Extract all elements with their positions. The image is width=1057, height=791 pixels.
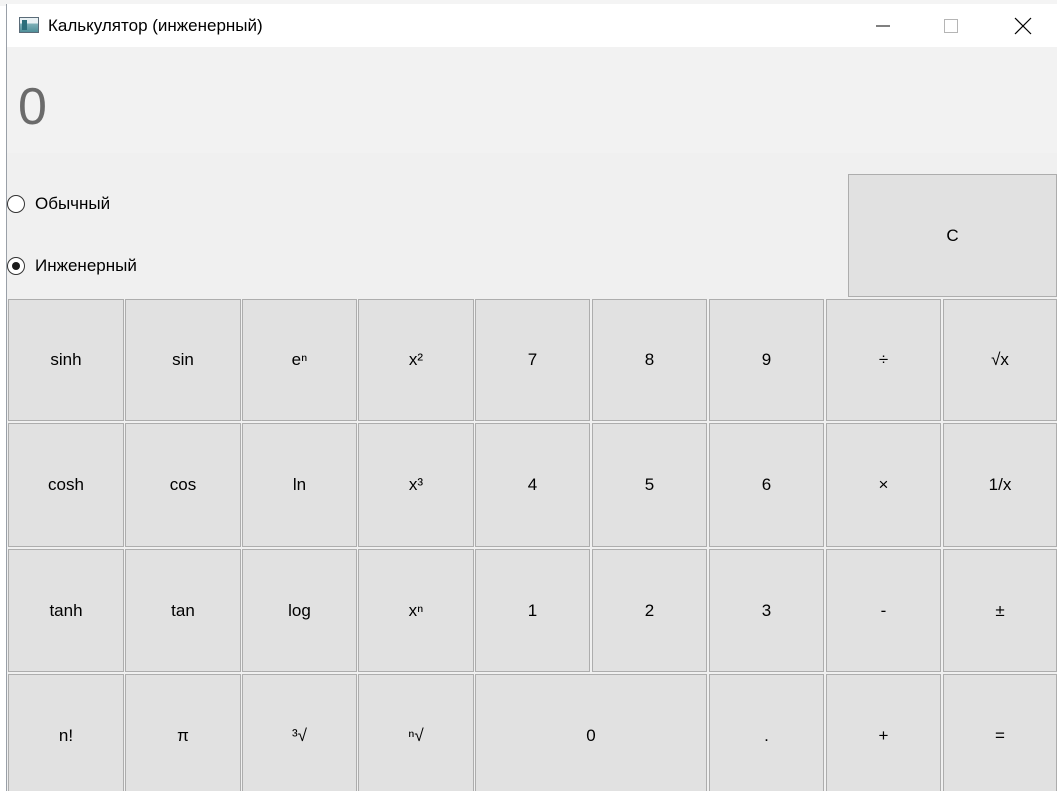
multiply-button[interactable]: × [826,423,941,547]
cube-button[interactable]: x³ [358,423,474,547]
digit-0-button[interactable]: 0 [475,674,707,791]
cosh-button[interactable]: cosh [8,423,124,547]
calculator-window-icon [19,17,39,33]
minimize-button[interactable] [849,4,917,47]
clear-button[interactable]: C [848,174,1057,297]
window-title: Калькулятор (инженерный) [48,16,263,35]
mode-scientific-label: Инженерный [35,256,137,275]
radio-checked-icon [7,257,25,275]
display-value: 0 [18,78,47,136]
radio-unchecked-icon [7,195,25,213]
tanh-button[interactable]: tanh [8,549,124,672]
sinh-button[interactable]: sinh [8,299,124,421]
title-bar: Калькулятор (инженерный) [7,4,1057,47]
digit-4-button[interactable]: 4 [475,423,590,547]
minimize-icon [876,25,890,26]
digit-6-button[interactable]: 6 [709,423,824,547]
minus-button[interactable]: - [826,549,941,672]
calculator-window: Калькулятор (инженерный) 0 Обычный Инжен… [6,4,1057,791]
digit-9-button[interactable]: 9 [709,299,824,421]
cos-button[interactable]: cos [125,423,241,547]
sin-button[interactable]: sin [125,299,241,421]
result-display: 0 [7,47,1057,153]
sqrt-button[interactable]: √x [943,299,1057,421]
exp-button[interactable]: eⁿ [242,299,357,421]
power-button[interactable]: xⁿ [358,549,474,672]
tan-button[interactable]: tan [125,549,241,672]
divide-button[interactable]: ÷ [826,299,941,421]
mode-basic-radio[interactable]: Обычный [7,192,110,216]
maximize-button[interactable] [917,4,985,47]
pi-button[interactable]: π [125,674,241,791]
mode-scientific-radio[interactable]: Инженерный [7,254,137,278]
digit-8-button[interactable]: 8 [592,299,707,421]
reciprocal-button[interactable]: 1/x [943,423,1057,547]
cube-root-button[interactable]: ³√ [242,674,357,791]
factorial-button[interactable]: n! [8,674,124,791]
digit-5-button[interactable]: 5 [592,423,707,547]
maximize-icon [944,18,958,33]
square-button[interactable]: x² [358,299,474,421]
nth-root-button[interactable]: ⁿ√ [358,674,474,791]
decimal-button[interactable]: . [709,674,824,791]
digit-3-button[interactable]: 3 [709,549,824,672]
digit-1-button[interactable]: 1 [475,549,590,672]
log-button[interactable]: log [242,549,357,672]
close-icon [1014,17,1032,34]
close-button[interactable] [989,4,1057,47]
digit-7-button[interactable]: 7 [475,299,590,421]
mode-basic-label: Обычный [35,194,111,213]
ln-button[interactable]: ln [242,423,357,547]
negate-button[interactable]: ± [943,549,1057,672]
equals-button[interactable]: = [943,674,1057,791]
plus-button[interactable]: + [826,674,941,791]
digit-2-button[interactable]: 2 [592,549,707,672]
